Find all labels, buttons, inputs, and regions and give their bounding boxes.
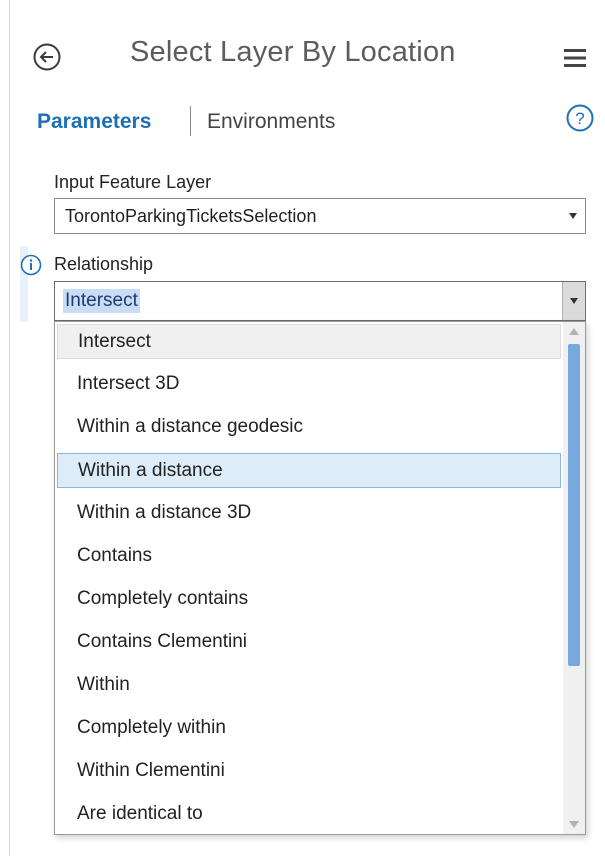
option-contains[interactable]: Contains <box>57 539 561 574</box>
relationship-dropdown-button[interactable] <box>562 282 585 320</box>
option-within-clementini[interactable]: Within Clementini <box>57 754 561 789</box>
hamburger-menu-icon <box>564 49 586 67</box>
tab-environments[interactable]: Environments <box>207 110 335 134</box>
input-feature-layer-value: TorontoParkingTicketsSelection <box>65 206 317 226</box>
panel-left-border <box>0 0 10 856</box>
scroll-up-arrow-icon[interactable] <box>569 328 579 335</box>
scroll-down-arrow-icon[interactable] <box>569 821 579 828</box>
scrollbar-thumb[interactable] <box>568 344 580 666</box>
chevron-down-icon <box>570 298 578 304</box>
input-feature-layer-label: Input Feature Layer <box>54 172 212 192</box>
option-within-a-distance-3d[interactable]: Within a distance 3D <box>57 496 561 531</box>
back-arrow-circle-icon <box>33 43 61 71</box>
option-within[interactable]: Within <box>57 668 561 703</box>
info-button[interactable] <box>20 254 42 276</box>
chevron-down-icon <box>569 213 577 219</box>
back-button[interactable] <box>32 42 62 72</box>
relationship-label: Relationship <box>54 254 154 274</box>
option-intersect[interactable]: Intersect <box>57 324 561 359</box>
option-contains-clementini[interactable]: Contains Clementini <box>57 625 561 660</box>
option-intersect-3d[interactable]: Intersect 3D <box>57 367 561 402</box>
option-within-a-distance-geodesic[interactable]: Within a distance geodesic <box>57 410 561 445</box>
menu-button[interactable] <box>563 46 587 70</box>
help-question-circle-icon: ? <box>566 104 594 132</box>
relationship-dropdown-list: Intersect Intersect 3D Within a distance… <box>54 321 586 835</box>
svg-text:?: ? <box>575 109 584 128</box>
tab-separator <box>190 106 191 136</box>
option-within-a-distance[interactable]: Within a distance <box>57 453 561 488</box>
option-completely-contains[interactable]: Completely contains <box>57 582 561 617</box>
tab-parameters[interactable]: Parameters <box>37 110 151 134</box>
relationship-value: Intersect <box>63 289 140 313</box>
input-feature-layer-select[interactable]: TorontoParkingTicketsSelection <box>54 198 586 234</box>
relationship-select[interactable]: Intersect <box>54 281 586 321</box>
info-circle-icon <box>20 254 42 276</box>
help-button[interactable]: ? <box>565 103 595 133</box>
option-completely-within[interactable]: Completely within <box>57 711 561 746</box>
dropdown-scrollbar[interactable] <box>563 322 585 834</box>
option-are-identical-to[interactable]: Are identical to <box>57 797 561 832</box>
tool-title: Select Layer By Location <box>130 36 456 68</box>
